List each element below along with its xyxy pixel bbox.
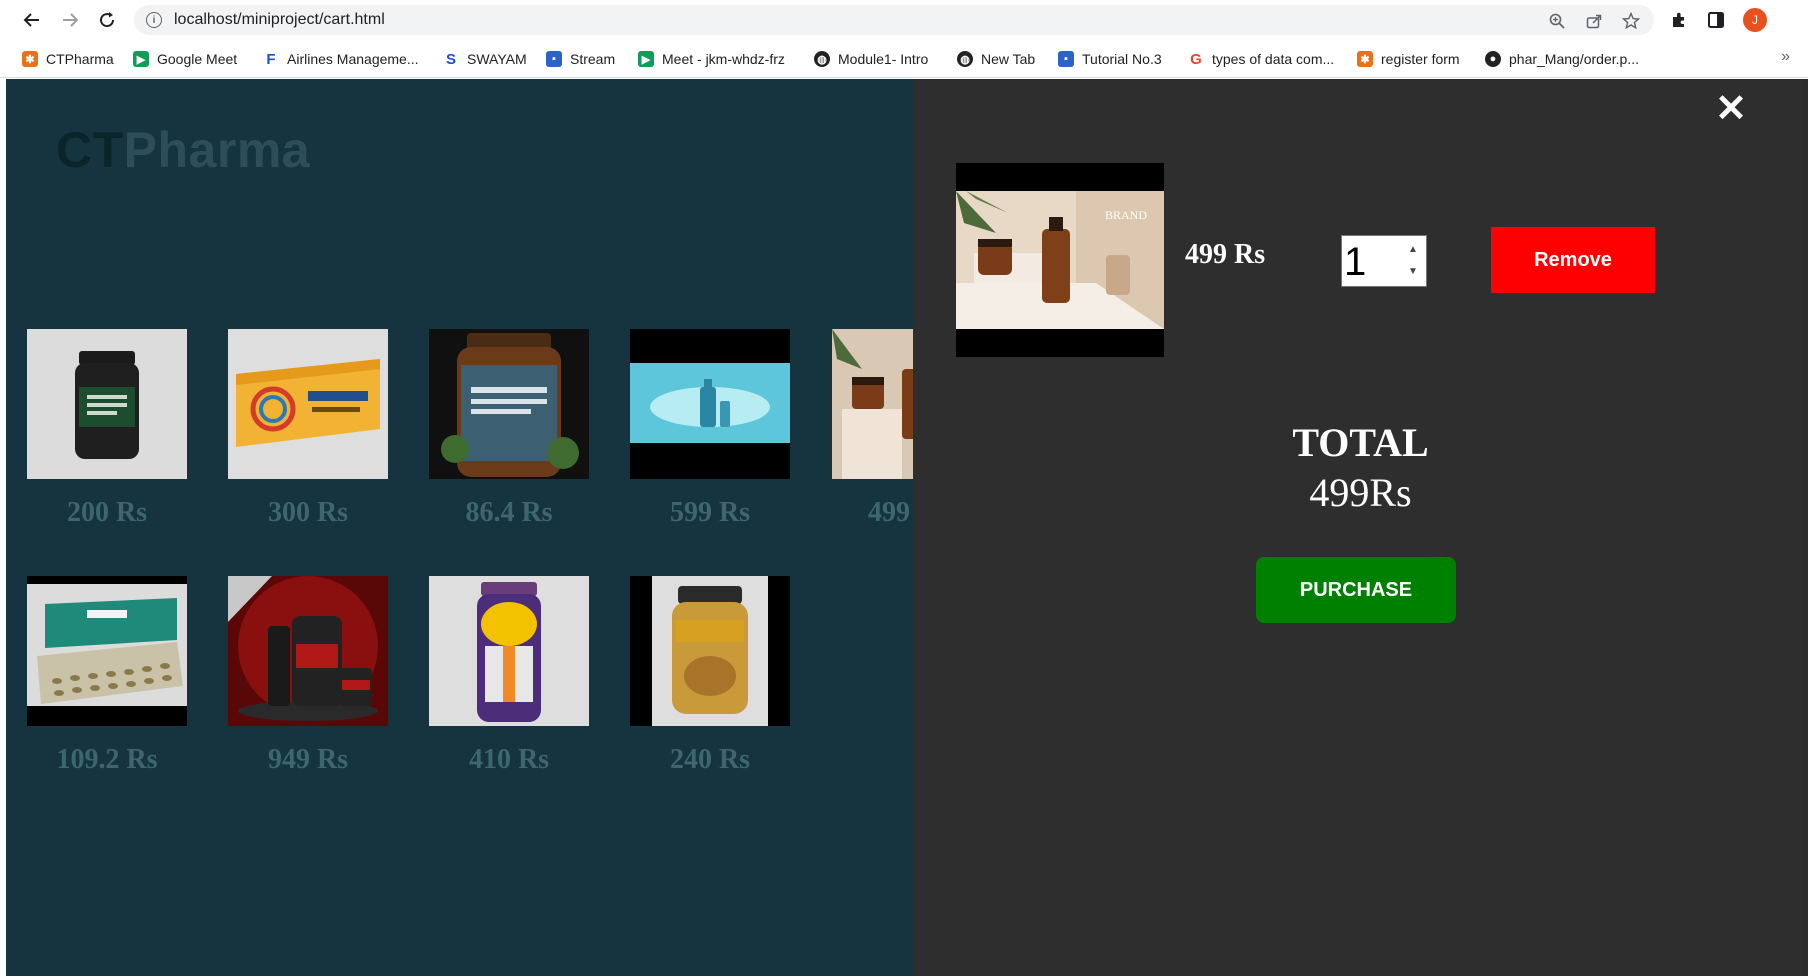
bookmark-label: New Tab bbox=[981, 51, 1036, 67]
bookmark-label: SWAYAM bbox=[467, 51, 527, 67]
product-price: 200 Rs bbox=[66, 497, 148, 528]
bookmark-airlines[interactable]: F Airlines Manageme... bbox=[263, 49, 419, 69]
total-value: 499Rs bbox=[1309, 470, 1412, 515]
quantity-stepper[interactable]: 1 ▲ ▼ bbox=[1341, 235, 1427, 287]
extensions-icon[interactable] bbox=[1667, 8, 1691, 32]
ctpharma-icon: ✱ bbox=[22, 51, 38, 67]
brand-part-ct: CT bbox=[56, 122, 124, 178]
bookmark-register-form[interactable]: ✱ register form bbox=[1357, 49, 1460, 69]
product-price: 499 bbox=[868, 497, 910, 528]
zoom-icon[interactable] bbox=[1546, 10, 1568, 32]
google-meet-icon: ▶ bbox=[638, 51, 654, 67]
globe-icon: ◍ bbox=[957, 51, 973, 67]
bookmark-label: register form bbox=[1381, 51, 1460, 67]
bookmark-label: Google Meet bbox=[157, 51, 238, 67]
close-icon[interactable]: ✕ bbox=[1713, 90, 1749, 128]
stream-icon: ▪ bbox=[546, 51, 562, 67]
classroom-icon: ▪ bbox=[1058, 51, 1074, 67]
brand-logo: CTPharma bbox=[56, 121, 310, 179]
product-image[interactable] bbox=[228, 576, 388, 726]
product-image[interactable] bbox=[832, 329, 913, 479]
bookmark-tutorial[interactable]: ▪ Tutorial No.3 bbox=[1058, 49, 1162, 69]
product-price: 410 Rs bbox=[468, 744, 550, 775]
increment-icon[interactable]: ▲ bbox=[1406, 243, 1420, 257]
product-price: 949 Rs bbox=[267, 744, 349, 775]
product-image[interactable] bbox=[27, 329, 187, 479]
back-icon[interactable] bbox=[18, 6, 46, 34]
share-icon[interactable] bbox=[1583, 10, 1605, 32]
forward-icon[interactable] bbox=[56, 6, 84, 34]
product-image[interactable] bbox=[429, 329, 589, 479]
cart-item-image: BRAND bbox=[956, 163, 1164, 357]
bookmark-google-meet[interactable]: ▶ Google Meet bbox=[133, 49, 237, 69]
google-icon: G bbox=[1190, 50, 1202, 68]
bookmark-github[interactable]: ● phar_Mang/order.p... bbox=[1485, 49, 1639, 69]
bookmark-ctpharma[interactable]: ✱ CTPharma bbox=[22, 49, 114, 69]
bookmark-google-search[interactable]: G types of data com... bbox=[1188, 49, 1334, 69]
bookmark-new-tab[interactable]: ◍ New Tab bbox=[957, 49, 1035, 69]
globe-icon: ◍ bbox=[814, 51, 830, 67]
bookmark-module1[interactable]: ◍ Module1- Intro bbox=[814, 49, 928, 69]
brand-part-pharma: Pharma bbox=[123, 122, 311, 178]
decrement-icon[interactable]: ▼ bbox=[1406, 265, 1420, 279]
page-content: CTPharma 200 Rs 300 Rs 86.4 Rs 599 Rs 49… bbox=[6, 79, 1802, 976]
cart-item-image-text: BRAND bbox=[1105, 208, 1147, 222]
url-text: localhost/miniproject/cart.html bbox=[174, 11, 385, 28]
bookmark-label: Airlines Manageme... bbox=[287, 51, 419, 67]
airlines-icon: F bbox=[266, 50, 276, 68]
product-image[interactable] bbox=[630, 576, 790, 726]
product-price: 300 Rs bbox=[267, 497, 349, 528]
swayam-icon: S bbox=[445, 50, 456, 68]
bookmark-stream[interactable]: ▪ Stream bbox=[546, 49, 615, 69]
page-scrollbar[interactable] bbox=[1802, 79, 1808, 976]
site-info-icon[interactable]: i bbox=[146, 12, 162, 28]
reload-icon[interactable] bbox=[93, 6, 121, 34]
product-price: 240 Rs bbox=[669, 744, 751, 775]
bookmark-label: types of data com... bbox=[1212, 51, 1335, 67]
more-bookmarks-icon[interactable]: » bbox=[1781, 48, 1790, 66]
profile-avatar[interactable]: J bbox=[1743, 8, 1767, 32]
google-meet-icon: ▶ bbox=[133, 51, 149, 67]
register-icon: ✱ bbox=[1357, 51, 1373, 67]
address-bar[interactable]: i localhost/miniproject/cart.html bbox=[134, 5, 1654, 35]
github-icon: ● bbox=[1485, 51, 1501, 67]
total-label: TOTAL bbox=[1292, 420, 1429, 465]
side-panel-icon[interactable] bbox=[1704, 8, 1728, 32]
bookmark-star-icon[interactable] bbox=[1620, 10, 1642, 32]
bookmark-swayam[interactable]: S SWAYAM bbox=[443, 49, 527, 69]
product-card[interactable]: 499 bbox=[832, 329, 913, 539]
bookmark-label: Tutorial No.3 bbox=[1082, 51, 1162, 67]
bookmark-meet-session[interactable]: ▶ Meet - jkm-whdz-frz bbox=[638, 49, 785, 69]
product-image[interactable] bbox=[228, 329, 388, 479]
quantity-value[interactable]: 1 bbox=[1344, 240, 1366, 285]
cart-panel: ✕ BRAND 499 Rs 1 ▲ ▼ Remove TOTAL 499Rs … bbox=[913, 79, 1802, 976]
browser-toolbar: i localhost/miniproject/cart.html J bbox=[0, 0, 1808, 40]
product-price: 109.2 Rs bbox=[56, 744, 158, 775]
bookmark-label: Meet - jkm-whdz-frz bbox=[662, 51, 785, 67]
bookmark-label: phar_Mang/order.p... bbox=[1509, 51, 1639, 67]
product-price: 599 Rs bbox=[669, 497, 751, 528]
bookmark-label: Stream bbox=[570, 51, 616, 67]
cart-item-price: 499 Rs bbox=[1185, 239, 1266, 270]
bookmarks-bar: ✱ CTPharma ▶ Google Meet F Airlines Mana… bbox=[0, 40, 1808, 78]
purchase-button[interactable]: PURCHASE bbox=[1256, 557, 1456, 623]
bookmark-label: Module1- Intro bbox=[838, 51, 929, 67]
product-price: 86.4 Rs bbox=[465, 497, 553, 528]
remove-button[interactable]: Remove bbox=[1491, 227, 1655, 293]
product-image[interactable] bbox=[429, 576, 589, 726]
product-image[interactable] bbox=[630, 329, 790, 479]
bookmark-label: CTPharma bbox=[46, 51, 114, 67]
product-image[interactable] bbox=[27, 576, 187, 726]
